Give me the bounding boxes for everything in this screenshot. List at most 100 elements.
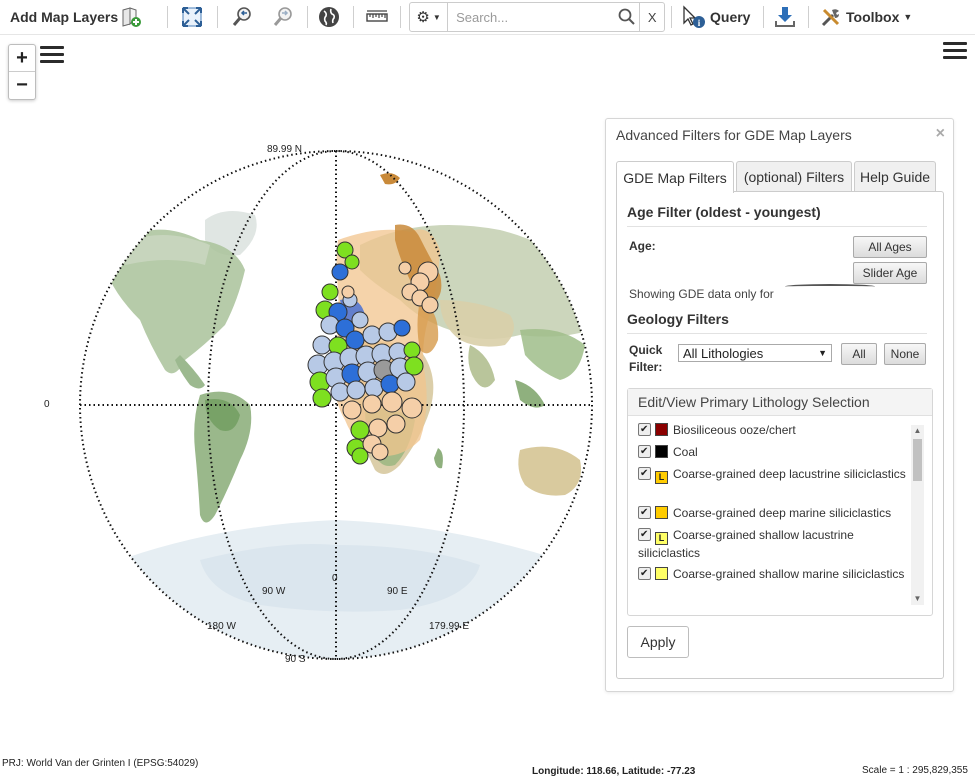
age-label: Age: (629, 239, 656, 253)
lithology-color-swatch (655, 423, 668, 436)
checkbox-checked-icon[interactable] (638, 421, 651, 438)
lithology-item[interactable]: Coarse-grained deep marine siliciclastic… (638, 504, 910, 522)
add-map-layers-button[interactable]: Add Map Layers (10, 0, 144, 34)
lithology-color-swatch (655, 506, 668, 519)
map-label-180e: 179.99 E (429, 621, 470, 632)
toolbar-divider (167, 6, 168, 28)
checkbox-checked-icon[interactable] (638, 443, 651, 460)
ruler-icon (364, 4, 390, 30)
query-label: Query (710, 9, 751, 25)
basemap-button[interactable] (316, 0, 342, 34)
zoom-in-button[interactable]: + (9, 45, 35, 71)
close-icon[interactable]: × (936, 125, 945, 143)
projection-text: PRJ: World Van der Grinten I (EPSG:54029… (2, 758, 199, 769)
lithology-label: Coal (673, 445, 698, 459)
quick-filter-label: Quick (629, 343, 663, 357)
data-point-marker[interactable] (380, 374, 400, 394)
data-point-marker[interactable] (331, 263, 349, 281)
data-point-marker[interactable] (364, 378, 384, 398)
toolbar-divider (217, 6, 218, 28)
gear-icon: ⚙ (416, 9, 430, 26)
no-lithologies-button[interactable]: None (884, 343, 926, 365)
zoom-next-icon (270, 4, 296, 30)
tab-content: Age Filter (oldest - youngest) Age: All … (616, 191, 944, 679)
data-point-marker[interactable] (398, 261, 412, 275)
data-point-marker[interactable] (381, 391, 403, 413)
caret-down-icon: ▼ (903, 12, 913, 22)
zoom-next-button[interactable] (270, 0, 296, 34)
search-submit-button[interactable] (614, 3, 639, 31)
data-point-marker[interactable] (421, 296, 439, 314)
data-point-marker[interactable] (346, 380, 366, 400)
advanced-filters-panel: Advanced Filters for GDE Map Layers × GD… (605, 118, 954, 692)
data-point-marker[interactable] (371, 443, 389, 461)
apply-button[interactable]: Apply (627, 626, 689, 658)
data-point-marker[interactable] (321, 283, 339, 301)
data-point-marker[interactable] (404, 356, 424, 376)
zoom-previous-button[interactable] (229, 0, 255, 34)
data-point-marker[interactable] (341, 285, 355, 299)
data-point-marker[interactable] (342, 400, 362, 420)
all-lithologies-button[interactable]: All (841, 343, 877, 365)
checkbox-checked-icon[interactable] (638, 565, 651, 582)
lithology-item[interactable]: Coal (638, 443, 910, 461)
data-point-marker[interactable] (344, 254, 360, 270)
search-input[interactable] (448, 5, 615, 29)
hamburger-menu-icon[interactable] (943, 42, 967, 64)
download-button[interactable] (772, 0, 798, 34)
search-options-button[interactable]: ⚙ ▼ (410, 3, 449, 31)
scroll-thumb[interactable] (913, 439, 922, 481)
layer-menu-icon[interactable] (40, 46, 64, 68)
data-point-marker[interactable] (396, 372, 416, 392)
data-point-marker[interactable] (350, 420, 370, 440)
measure-button[interactable] (364, 0, 390, 34)
lithology-selection-box: Edit/View Primary Lithology Selection Bi… (627, 388, 933, 616)
scroll-down-icon[interactable]: ▼ (911, 593, 924, 605)
lithology-quick-filter-select[interactable]: All Lithologies ▼ (678, 344, 832, 362)
lithology-label: Coarse-grained shallow marine siliciclas… (673, 567, 905, 581)
lithology-label: Coarse-grained shallow lacustrine silici… (638, 528, 854, 560)
slider-age-button[interactable]: Slider Age (853, 262, 927, 284)
data-point-marker[interactable] (362, 394, 382, 414)
zoom-out-button[interactable]: − (9, 71, 35, 98)
data-point-marker[interactable] (368, 418, 388, 438)
tab-help-guide[interactable]: Help Guide (854, 161, 936, 192)
showing-data-text: Showing GDE data only for (629, 287, 774, 301)
data-point-marker[interactable] (401, 397, 423, 419)
data-point-marker[interactable] (393, 319, 411, 337)
toolbox-button[interactable]: Toolbox ▼ (818, 0, 912, 34)
query-cursor-icon: i (680, 4, 706, 30)
search-clear-button[interactable]: X (639, 3, 664, 31)
lithology-item[interactable]: Biosiliceous ooze/chert (638, 421, 910, 439)
data-point-marker[interactable] (345, 330, 365, 350)
checkbox-checked-icon[interactable] (638, 526, 651, 543)
data-point-marker[interactable] (351, 447, 369, 465)
full-extent-icon (179, 4, 205, 30)
lithology-list[interactable]: Biosiliceous ooze/chertCoalLCoarse-grain… (628, 416, 916, 606)
checkbox-checked-icon[interactable] (638, 465, 651, 482)
zoom-full-extent-button[interactable] (179, 0, 205, 34)
all-ages-button[interactable]: All Ages (853, 236, 927, 258)
lithology-item[interactable]: Coarse-grained shallow marine siliciclas… (638, 565, 910, 583)
checkbox-checked-icon[interactable] (638, 504, 651, 521)
lithology-item[interactable]: LCoarse-grained shallow lacustrine silic… (638, 526, 910, 562)
lithology-item[interactable]: L Coarse-grained deep lacustrine silicicl… (638, 465, 910, 484)
data-point-marker[interactable] (386, 414, 406, 434)
tab-optional-filters[interactable]: (optional) Filters (736, 161, 852, 192)
data-point-marker[interactable] (312, 335, 332, 355)
toolbar-divider (353, 6, 354, 28)
query-button[interactable]: i Query (680, 0, 750, 34)
data-point-marker[interactable] (362, 325, 382, 345)
tab-gde-map-filters[interactable]: GDE Map Filters (616, 161, 734, 193)
toolbar-divider (808, 6, 809, 28)
lithology-color-swatch: L (655, 471, 668, 484)
data-point-marker[interactable] (312, 388, 332, 408)
data-point-marker[interactable] (330, 382, 350, 402)
panel-title: Advanced Filters for GDE Map Layers (616, 127, 852, 143)
data-point-marker[interactable] (351, 311, 369, 329)
data-point-marker[interactable] (403, 341, 421, 359)
scroll-up-icon[interactable]: ▲ (911, 425, 924, 437)
lithology-scrollbar[interactable]: ▲ ▼ (911, 425, 924, 605)
geology-filters-heading: Geology Filters (627, 311, 729, 327)
divider (627, 226, 927, 227)
